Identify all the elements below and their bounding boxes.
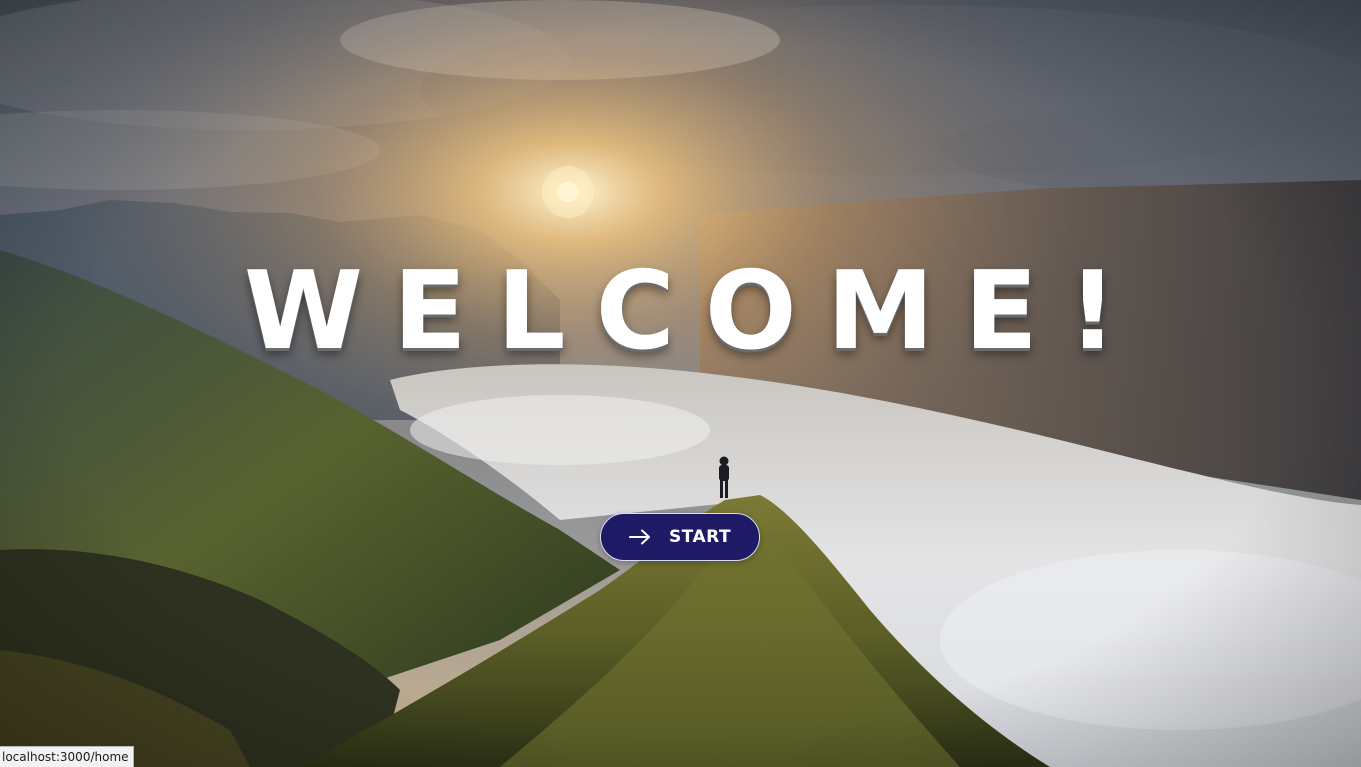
mountain-landscape-image (0, 0, 1361, 767)
welcome-title: WELCOME! (243, 249, 1148, 374)
home-page: WELCOME! START localhost:3000/home (0, 0, 1361, 767)
start-button-label: START (668, 527, 732, 547)
start-button[interactable]: START (600, 513, 760, 561)
arrow-right-icon (628, 529, 650, 545)
status-bar-url: localhost:3000/home (0, 746, 134, 767)
